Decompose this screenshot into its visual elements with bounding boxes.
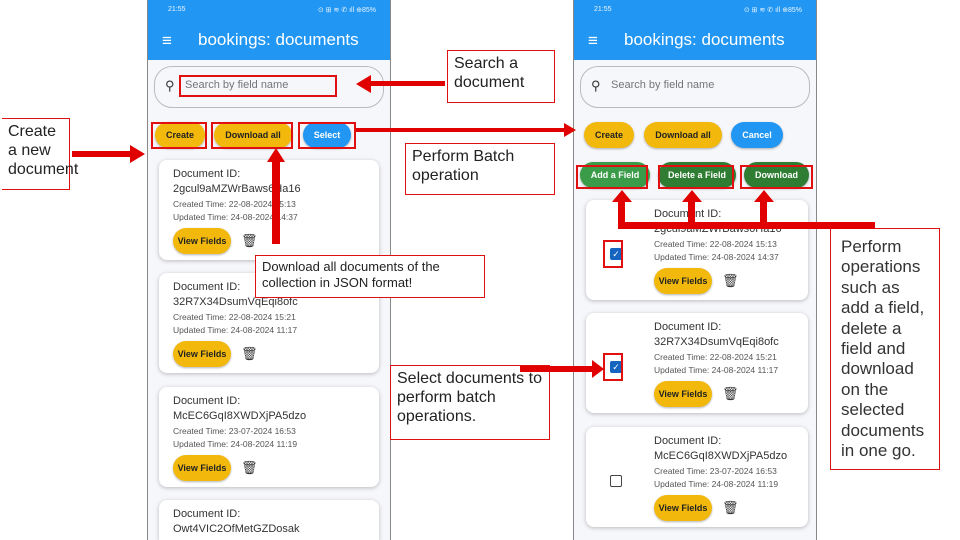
updated-time: Updated Time: 24-08-2024 11:19 <box>173 439 298 449</box>
status-time: 21:55 <box>168 6 186 13</box>
trash-icon[interactable]: 🗑 <box>241 346 258 362</box>
view-fields-button[interactable]: View Fields <box>173 341 231 367</box>
status-bar: 21:55 ⊙ ⊞ ≋ ✆ ıll ⊕85% <box>168 6 376 14</box>
arrow-download-all-head <box>267 148 285 162</box>
document-id-label: Document ID: <box>654 321 722 333</box>
arrow-add-field <box>618 200 625 225</box>
updated-time: Updated Time: 24-08-2024 11:17 <box>173 325 298 335</box>
app-bar: 21:55 ⊙ ⊞ ≋ ✆ ıll ⊕85% ≡ bookings: docume… <box>574 0 816 60</box>
select-checkbox[interactable] <box>610 475 622 487</box>
annotation-operations: Perform operations such as add a field, … <box>830 228 940 470</box>
status-bar: 21:55 ⊙ ⊞ ≋ ✆ ıll ⊕85% <box>594 6 802 14</box>
arrow-download-head <box>754 190 774 202</box>
trash-icon[interactable]: 🗑 <box>722 273 739 289</box>
download-all-button[interactable]: Download all <box>644 122 722 148</box>
trash-icon[interactable]: 🗑 <box>722 386 739 402</box>
view-fields-button[interactable]: View Fields <box>173 455 231 481</box>
search-input[interactable] <box>611 79 791 91</box>
updated-time: Updated Time: 24-08-2024 11:19 <box>654 479 779 489</box>
highlight-create <box>151 122 207 149</box>
highlight-download-all <box>211 122 293 149</box>
document-id-label: Document ID: <box>173 508 241 520</box>
phone-screen-right: 21:55 ⊙ ⊞ ≋ ✆ ıll ⊕85% ≡ bookings: docume… <box>573 0 817 540</box>
status-icons: ⊙ ⊞ ≋ ✆ ıll ⊕85% <box>743 7 802 14</box>
arrow-create-head <box>130 145 145 163</box>
highlight-checkbox-1 <box>603 240 623 268</box>
created-time: Created Time: 22-08-2024 15:21 <box>173 312 296 322</box>
arrow-download-all <box>272 160 280 244</box>
view-fields-button[interactable]: View Fields <box>654 381 712 407</box>
created-time: Created Time: 22-08-2024 15:21 <box>654 352 777 362</box>
search-icon: ⚲ <box>165 78 175 93</box>
annotation-search: Search a document <box>447 50 555 103</box>
arrow-delete-field-head <box>682 190 702 202</box>
arrow-batch-head <box>564 123 576 137</box>
document-id: Owt4VIC2OfMetGZDosak <box>173 523 300 535</box>
document-card: Document ID: McEC6GqI8XWDXjPA5dzo Created… <box>586 427 808 527</box>
highlight-add-field <box>576 165 648 189</box>
arrow-download <box>760 200 767 225</box>
document-id-label: Document ID: <box>173 395 241 407</box>
app-bar: 21:55 ⊙ ⊞ ≋ ✆ ıll ⊕85% ≡ bookings: docume… <box>148 0 390 60</box>
page-title: bookings: documents <box>624 30 785 49</box>
create-button[interactable]: Create <box>584 122 634 148</box>
arrow-operations <box>618 222 875 229</box>
arrow-search <box>370 81 445 86</box>
document-card: Document ID: Owt4VIC2OfMetGZDosak <box>159 500 379 540</box>
annotation-download-all: Download all documents of the collection… <box>255 255 485 298</box>
page-title: bookings: documents <box>198 30 359 49</box>
trash-icon[interactable]: 🗑 <box>241 460 258 476</box>
search-icon: ⚲ <box>591 78 601 93</box>
highlight-select <box>298 122 356 149</box>
status-icons: ⊙ ⊞ ≋ ✆ ıll ⊕85% <box>317 7 376 14</box>
hamburger-menu-icon[interactable]: ≡ <box>588 32 598 49</box>
trash-icon[interactable]: 🗑 <box>722 500 739 516</box>
updated-time: Updated Time: 24-08-2024 11:17 <box>654 365 779 375</box>
highlight-download <box>740 165 813 189</box>
document-id: McEC6GqI8XWDXjPA5dzo <box>173 410 307 422</box>
view-fields-button[interactable]: View Fields <box>654 268 712 294</box>
annotation-batch: Perform Batch operation <box>405 143 555 195</box>
document-id-label: Document ID: <box>654 435 722 447</box>
document-id: McEC6GqI8XWDXjPA5dzo <box>654 450 788 462</box>
document-card: Document ID: 2gcul9aMZWrBaws6Ha16 Created… <box>159 160 379 260</box>
updated-time: Updated Time: 24-08-2024 14:37 <box>654 252 779 262</box>
document-id-label: Document ID: <box>173 168 241 180</box>
created-time: Created Time: 23-07-2024 16:53 <box>173 426 296 436</box>
annotation-create: Create a new document <box>2 118 78 190</box>
created-time: Created Time: 22-08-2024 15:13 <box>654 239 777 249</box>
document-card: Document ID: McEC6GqI8XWDXjPA5dzo Created… <box>159 387 379 487</box>
arrow-search-head <box>356 75 371 93</box>
highlight-checkbox-2 <box>603 353 623 381</box>
annotation-select: Select documents to perform batch operat… <box>390 365 550 440</box>
status-time: 21:55 <box>594 6 612 13</box>
highlight-delete-field <box>658 165 734 189</box>
document-id-label: Document ID: <box>173 281 241 293</box>
document-id: 32R7X34DsumVqEqi8ofc <box>654 336 779 348</box>
highlight-search <box>179 75 337 97</box>
cancel-button[interactable]: Cancel <box>731 122 783 148</box>
arrow-delete-field <box>688 200 695 225</box>
hamburger-menu-icon[interactable]: ≡ <box>162 32 172 49</box>
created-time: Created Time: 23-07-2024 16:53 <box>654 466 777 476</box>
view-fields-button[interactable]: View Fields <box>654 495 712 521</box>
arrow-select <box>520 366 595 372</box>
arrow-batch <box>356 128 566 132</box>
arrow-add-field-head <box>612 190 632 202</box>
trash-icon[interactable]: 🗑 <box>241 233 258 249</box>
document-id: 2gcul9aMZWrBaws6Ha16 <box>173 183 301 195</box>
view-fields-button[interactable]: View Fields <box>173 228 231 254</box>
search-box[interactable]: ⚲ <box>580 66 810 108</box>
arrow-select-head <box>592 360 604 378</box>
